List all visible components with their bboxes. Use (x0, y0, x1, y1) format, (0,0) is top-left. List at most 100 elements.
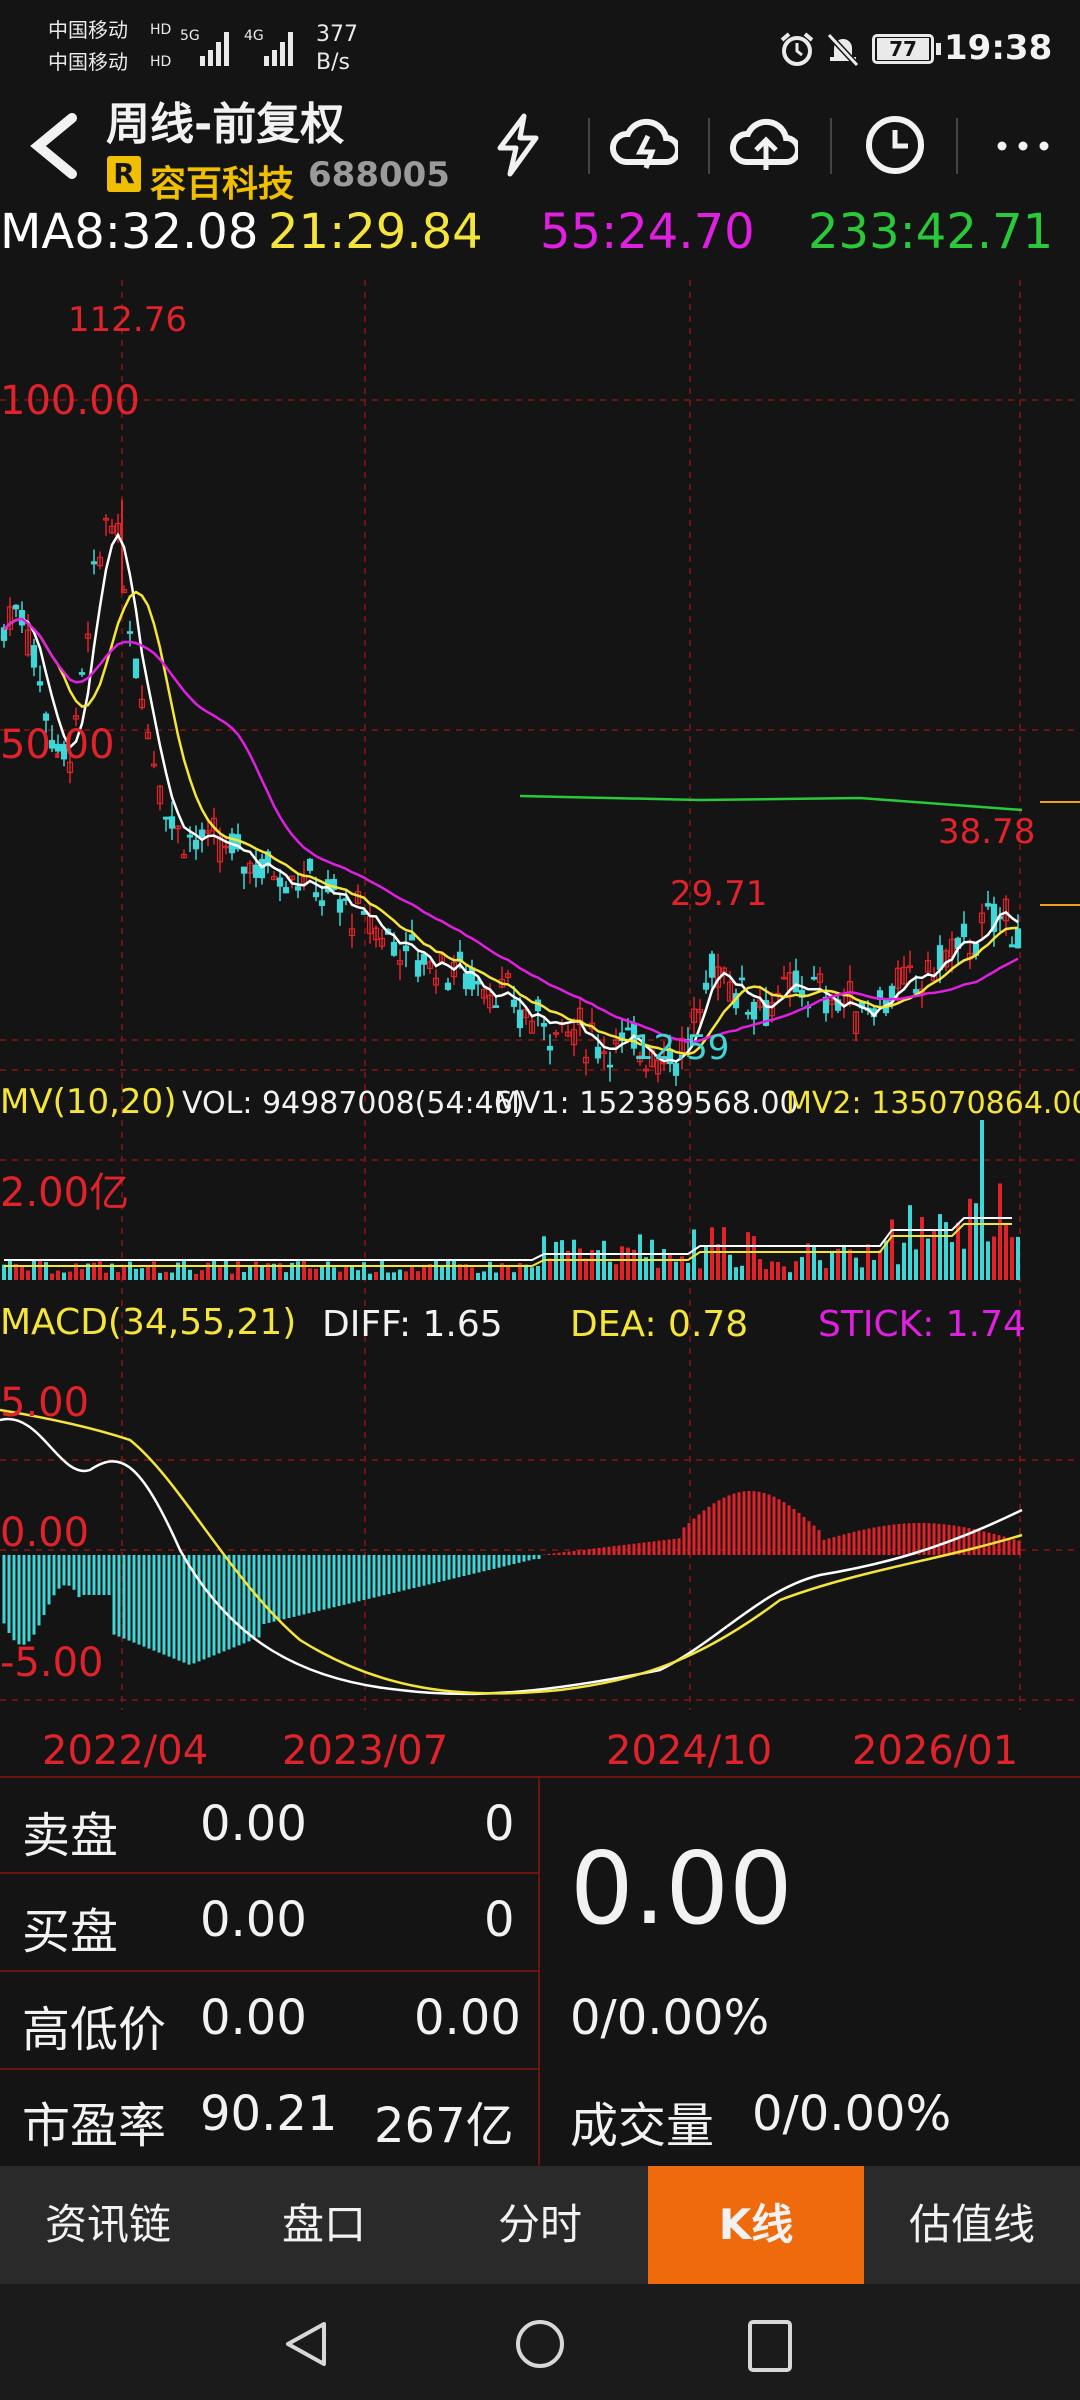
macd-bar (487, 1555, 491, 1571)
volume-bar (128, 1261, 132, 1280)
ma8-legend: MA8:32.08 (0, 204, 259, 260)
stock-name: 容百科技 (150, 164, 295, 205)
volume-bar (1010, 1237, 1014, 1280)
volume-bar (548, 1258, 552, 1280)
macd-bar (437, 1555, 441, 1583)
macd-bar (762, 1492, 766, 1555)
tab-kline[interactable]: K线 (648, 2166, 864, 2284)
candle-body (168, 816, 176, 829)
macd-bar (752, 1491, 756, 1555)
volume-bar (1016, 1236, 1020, 1280)
macd-bar (327, 1555, 331, 1609)
macd-bar (862, 1529, 866, 1555)
macd-bar (452, 1555, 456, 1579)
macd-bar (712, 1503, 716, 1555)
macd-bar (842, 1534, 846, 1555)
macd-bar (892, 1524, 896, 1555)
nav-recent-icon[interactable] (744, 2318, 796, 2374)
macd-bar (167, 1555, 171, 1657)
macd-bar (157, 1555, 161, 1653)
clock-icon[interactable] (860, 110, 930, 180)
tab-intraday[interactable]: 分时 (432, 2166, 648, 2284)
bid-volume: 0 (484, 1892, 515, 1948)
macd-stick: STICK: 1.74 (818, 1304, 1026, 1345)
macd-bar (647, 1541, 651, 1555)
macd-bar (822, 1539, 826, 1555)
volume-bar (542, 1236, 546, 1280)
macd-bar (67, 1555, 71, 1586)
mv2-value: MV2: 135070864.00 (786, 1086, 1080, 1121)
macd-axis-top: 5.00 (0, 1380, 90, 1426)
macd-bar (352, 1555, 356, 1603)
macd-bar (852, 1531, 856, 1555)
cloud-upload-icon[interactable] (728, 110, 798, 180)
battery-level: 77 (877, 38, 929, 60)
macd-bar (12, 1555, 16, 1641)
kline-chart[interactable] (0, 280, 1080, 1710)
macd-bar (227, 1555, 231, 1650)
tab-order-book[interactable]: 盘口 (216, 2166, 432, 2284)
macd-bar (392, 1555, 396, 1593)
label-mid-high: 29.71 (670, 874, 768, 914)
volume-bar (362, 1262, 366, 1280)
more-icon[interactable] (990, 110, 1060, 180)
tab-news-chain[interactable]: 资讯链 (0, 2166, 216, 2284)
candle-body (252, 864, 260, 878)
macd-bar (307, 1555, 311, 1614)
volume-bar (968, 1198, 972, 1280)
macd-bar (847, 1533, 851, 1555)
lightning-icon[interactable] (484, 110, 554, 180)
macd-bar (477, 1555, 481, 1573)
back-arrow-icon[interactable] (20, 108, 84, 184)
macd-bar (837, 1535, 841, 1555)
cloud-download-icon[interactable] (608, 110, 678, 180)
macd-bar (882, 1525, 886, 1555)
macd-bar (162, 1555, 166, 1655)
macd-bar (872, 1527, 876, 1555)
nav-back-icon[interactable] (280, 2318, 332, 2370)
volume-bar (842, 1244, 846, 1280)
volume-bar (734, 1267, 738, 1280)
macd-bar (817, 1530, 821, 1555)
volume-bar (854, 1257, 858, 1280)
macd-bar (807, 1521, 811, 1555)
macd-bar (107, 1555, 111, 1595)
volume-bar (200, 1270, 204, 1280)
volume-bar (668, 1253, 672, 1280)
volume-bar (752, 1236, 756, 1280)
quote-row-divider (0, 2068, 538, 2070)
candle-body (306, 858, 314, 871)
clock-time: 19:38 (944, 28, 1053, 68)
volume-bar (350, 1265, 354, 1280)
nav-home-icon[interactable] (514, 2318, 566, 2370)
candle-body (402, 945, 410, 952)
candle-body (594, 1046, 602, 1059)
volume-bar (794, 1261, 798, 1280)
macd-bar (732, 1493, 736, 1555)
hd-badge-2-icon: HD (150, 54, 172, 70)
volume-bar (950, 1242, 954, 1280)
macd-bar (722, 1497, 726, 1555)
macd-bar (472, 1555, 476, 1574)
tab-valuation[interactable]: 估值线 (864, 2166, 1080, 2284)
date-tick: 2024/10 (606, 1728, 773, 1774)
mv-label: MV(10,20) (0, 1082, 177, 1122)
network-type-1: 5G (180, 28, 200, 44)
bid-price: 0.00 (200, 1892, 307, 1948)
macd-bar (342, 1555, 346, 1605)
header-divider (956, 118, 958, 174)
macd-bar (347, 1555, 351, 1604)
volume-bar (440, 1264, 444, 1280)
volume-bar (152, 1261, 156, 1280)
volume-bar (386, 1272, 390, 1280)
alarm-icon (780, 32, 814, 66)
volume-bar (98, 1261, 102, 1280)
macd-bar (292, 1555, 296, 1617)
macd-bar (547, 1553, 551, 1555)
macd-bar (282, 1555, 286, 1620)
macd-bar (637, 1543, 641, 1555)
macd-bar (302, 1555, 306, 1615)
volume-bar (446, 1260, 450, 1280)
macd-bar (927, 1523, 931, 1555)
macd-bar (322, 1555, 326, 1610)
